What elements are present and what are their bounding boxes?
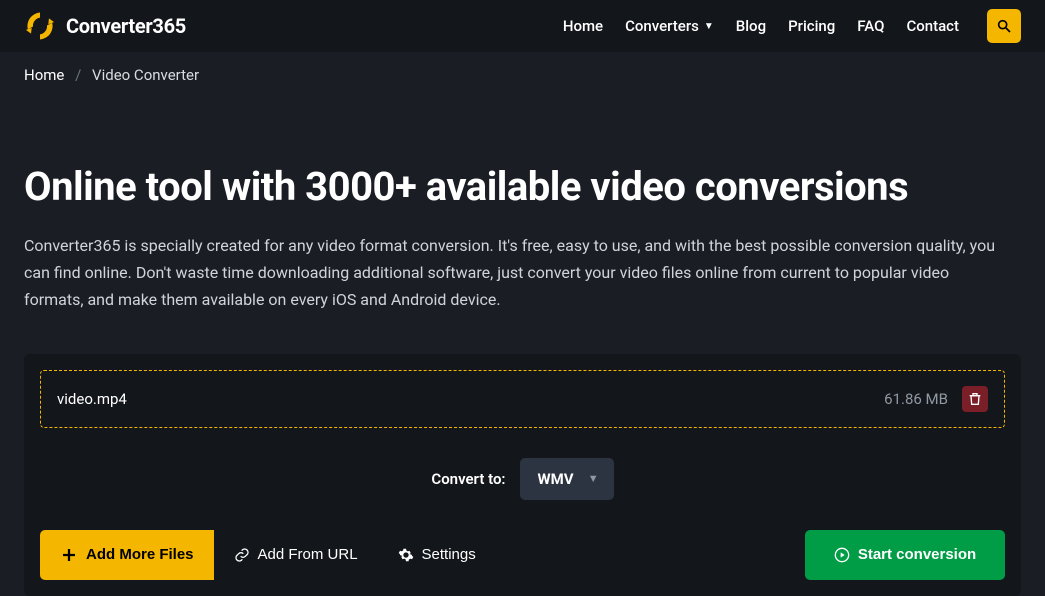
gear-icon — [398, 547, 414, 563]
play-circle-icon — [834, 547, 850, 563]
add-more-files-button[interactable]: Add More Files — [40, 530, 214, 580]
file-row: video.mp4 61.86 MB — [40, 370, 1005, 428]
file-meta: 61.86 MB — [884, 386, 988, 412]
page-headline: Online tool with 3000+ available video c… — [24, 163, 1021, 210]
nav-contact[interactable]: Contact — [906, 17, 959, 35]
file-name: video.mp4 — [57, 390, 127, 408]
selected-format: WMV — [538, 470, 574, 488]
logo[interactable]: Converter365 — [24, 10, 186, 42]
nav-converters-label: Converters — [625, 17, 699, 35]
start-conversion-button[interactable]: Start conversion — [805, 530, 1005, 580]
add-from-url-label: Add From URL — [258, 546, 358, 563]
caret-down-icon: ▼ — [588, 472, 599, 485]
convert-to-label: Convert to: — [431, 470, 505, 488]
trash-icon — [967, 391, 983, 407]
nav-blog[interactable]: Blog — [736, 17, 766, 35]
add-from-url-button[interactable]: Add From URL — [214, 530, 378, 580]
nav-faq[interactable]: FAQ — [857, 17, 884, 35]
logo-text: Converter365 — [66, 14, 186, 38]
page-description: Converter365 is specially created for an… — [24, 232, 1009, 314]
actions-row: Add More Files Add From URL Settings Sta… — [40, 530, 1005, 580]
settings-button[interactable]: Settings — [378, 530, 496, 580]
converter-panel: video.mp4 61.86 MB Convert to: WMV ▼ — [24, 354, 1021, 596]
breadcrumb-separator: / — [75, 66, 81, 84]
plus-icon — [60, 546, 78, 564]
start-conversion-label: Start conversion — [858, 546, 976, 563]
main-content: Online tool with 3000+ available video c… — [0, 98, 1045, 314]
delete-file-button[interactable] — [962, 386, 988, 412]
breadcrumb-home[interactable]: Home — [24, 66, 64, 84]
breadcrumb-current: Video Converter — [92, 66, 199, 84]
search-button[interactable] — [987, 9, 1021, 43]
convert-row: Convert to: WMV ▼ — [40, 440, 1005, 518]
nav-home[interactable]: Home — [563, 17, 603, 35]
logo-icon — [24, 10, 56, 42]
topbar: Converter365 Home Converters ▼ Blog Pric… — [0, 0, 1045, 52]
file-size: 61.86 MB — [884, 390, 948, 408]
add-more-files-label: Add More Files — [86, 546, 194, 563]
nav-pricing[interactable]: Pricing — [788, 17, 835, 35]
spacer — [496, 530, 805, 580]
format-select[interactable]: WMV ▼ — [520, 458, 614, 500]
caret-down-icon: ▼ — [704, 21, 714, 32]
breadcrumbs: Home / Video Converter — [0, 52, 1045, 98]
link-icon — [234, 547, 250, 563]
nav-converters[interactable]: Converters ▼ — [625, 17, 714, 35]
search-icon — [996, 18, 1012, 34]
settings-label: Settings — [422, 546, 476, 563]
main-nav: Home Converters ▼ Blog Pricing FAQ Conta… — [563, 9, 1021, 43]
